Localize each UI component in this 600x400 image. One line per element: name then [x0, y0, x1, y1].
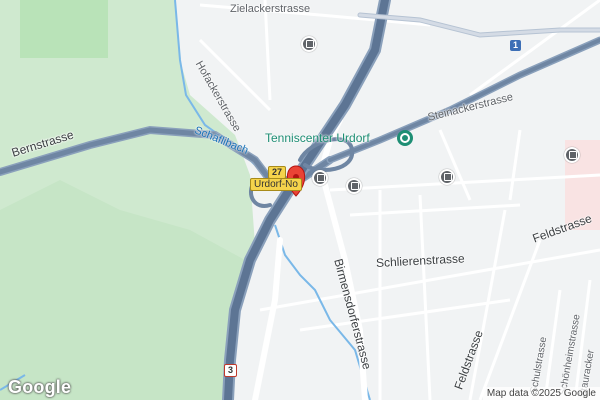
- tram-stop-icon[interactable]: [564, 147, 580, 163]
- poi-label-tenniscenter[interactable]: Tenniscenter Urdorf: [265, 131, 370, 145]
- tram-stop-icon[interactable]: [439, 169, 455, 185]
- poi-marker-icon: [397, 130, 413, 146]
- map-base: [0, 0, 600, 400]
- park-area: [20, 0, 108, 58]
- tram-stop-icon[interactable]: [346, 178, 362, 194]
- place-label-urdorf-nord: Urdorf-No: [250, 178, 302, 191]
- route-shield-3: 3: [224, 364, 238, 377]
- tram-stop-icon[interactable]: [312, 170, 328, 186]
- map-canvas[interactable]: Zielackerstrasse Hofackerstrasse Bernstr…: [0, 0, 600, 400]
- street-label-zielackerstrasse: Zielackerstrasse: [230, 3, 311, 15]
- tram-stop-icon[interactable]: [301, 36, 317, 52]
- map-attribution[interactable]: Map data ©2025 Google: [482, 387, 600, 400]
- google-logo[interactable]: Google: [8, 377, 71, 398]
- route-shield-1: 1: [510, 40, 522, 51]
